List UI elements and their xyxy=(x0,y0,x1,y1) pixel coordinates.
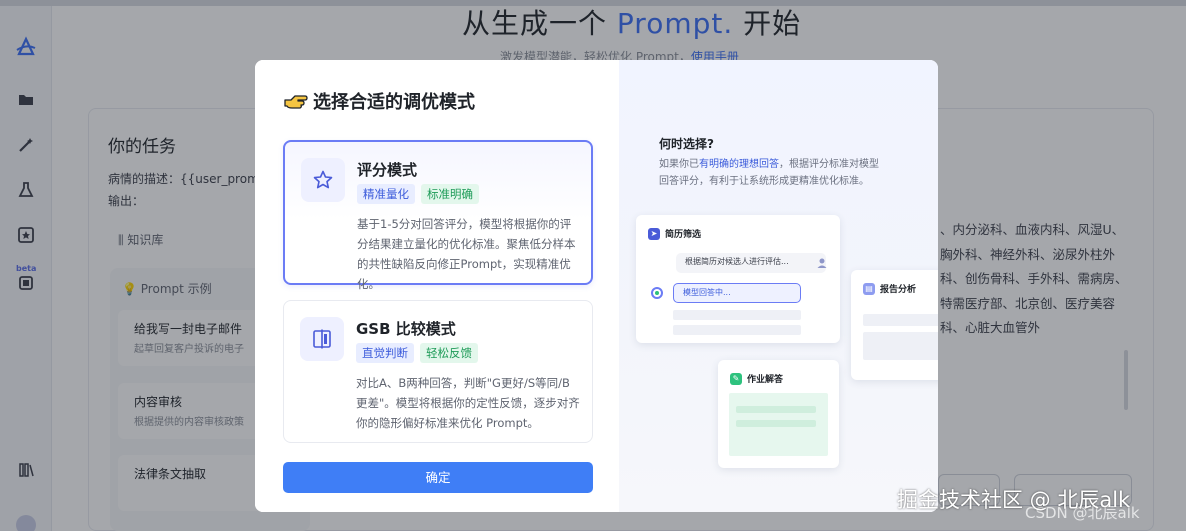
mode-title: 评分模式 xyxy=(357,161,418,179)
illustration-card-header: ➤ 简历筛选 xyxy=(648,227,701,240)
watermark: 掘金技术社区 @ 北辰alk xyxy=(897,488,1131,512)
mode-explanation-panel: 何时选择? 如果你已有明确的理想回答，根据评分标准对模型回答评分，有利于让系统形… xyxy=(619,60,938,512)
mode-description: 基于1-5分对回答评分，模型将根据你的评分结果建立量化的优化标准。聚焦低分样本的… xyxy=(357,217,576,291)
placeholder-bar xyxy=(736,420,816,427)
placeholder-bar xyxy=(673,325,801,335)
tag: 轻松反馈 xyxy=(420,343,478,363)
tag: 直觉判断 xyxy=(356,343,414,363)
tuning-mode-dialog: 选择合适的调优模式 评分模式 精准量化 标准明确 基于1-5分对回答评分，模型将… xyxy=(255,60,938,512)
card-icon-container xyxy=(300,317,344,361)
card-icon-container xyxy=(301,158,345,202)
user-icon xyxy=(817,258,827,268)
mode-description: 对比A、B两种回答，判断"G更好/S等同/B更差"。模型将根据你的定性反馈，逐步… xyxy=(356,376,580,430)
dialog-title: 选择合适的调优模式 xyxy=(313,92,475,113)
mode-tags: 直觉判断 轻松反馈 xyxy=(356,343,478,363)
pointing-hand-icon xyxy=(284,95,308,109)
report-icon: ▤ xyxy=(863,282,875,295)
placeholder-bar xyxy=(863,314,938,326)
scoring-mode-card[interactable]: 评分模式 精准量化 标准明确 基于1-5分对回答评分，模型将根据你的评分结果建立… xyxy=(283,140,593,291)
tag: 精准量化 xyxy=(357,184,415,204)
illustration-card-header: ✎ 作业解答 xyxy=(730,372,783,385)
compare-icon xyxy=(313,329,331,349)
send-icon: ➤ xyxy=(648,227,660,240)
illustration-card-header: ▤ 报告分析 xyxy=(863,282,916,295)
pencil-icon: ✎ xyxy=(730,372,742,385)
gsb-mode-card[interactable]: GSB 比较模式 直觉判断 轻松反馈 对比A、B两种回答，判断"G更好/S等同/… xyxy=(283,300,593,443)
bot-icon xyxy=(651,287,663,299)
placeholder-bar xyxy=(736,406,816,413)
star-icon xyxy=(313,170,333,189)
placeholder-bar xyxy=(673,310,801,320)
illustration-card-homework: ✎ 作业解答 xyxy=(718,360,839,468)
user-message-bubble: 根据简历对候选人进行评估... xyxy=(676,253,826,273)
illustration-card-resume: ➤ 简历筛选 根据简历对候选人进行评估... 模型回答中... xyxy=(636,215,840,343)
mode-tags: 精准量化 标准明确 xyxy=(357,184,479,204)
mode-selection-panel: 选择合适的调优模式 评分模式 精准量化 标准明确 基于1-5分对回答评分，模型将… xyxy=(255,60,619,512)
dialog-header: 选择合适的调优模式 xyxy=(283,88,475,114)
tag: 标准明确 xyxy=(421,184,479,204)
illustration-card-report: ▤ 报告分析 xyxy=(851,270,938,380)
mode-title: GSB 比较模式 xyxy=(356,320,456,338)
when-to-choose-title: 何时选择? xyxy=(659,137,714,151)
placeholder-bar xyxy=(863,332,938,360)
model-answer-bubble: 模型回答中... xyxy=(673,283,801,303)
when-to-choose-description: 如果你已有明确的理想回答，根据评分标准对模型回答评分，有利于让系统形成更精准优化… xyxy=(659,159,879,187)
confirm-button[interactable]: 确定 xyxy=(283,462,593,493)
